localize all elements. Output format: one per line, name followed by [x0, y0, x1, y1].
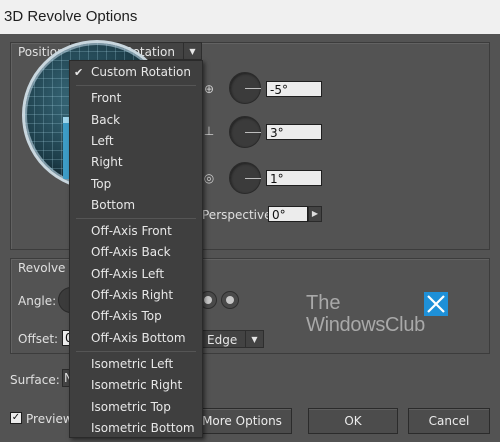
surface-label: Surface: — [10, 373, 60, 387]
menu-item[interactable]: Back — [70, 110, 202, 131]
menu-item[interactable]: Off-Axis Back — [70, 242, 202, 263]
menu-item-label: Off-Axis Front — [91, 224, 172, 239]
menu-item-label: Right — [91, 155, 123, 170]
offset-label: Offset: — [18, 332, 59, 346]
menu-item-label: Custom Rotation — [91, 65, 191, 79]
z-axis-icon: ◎ — [203, 171, 215, 185]
menu-item[interactable]: Isometric Bottom — [70, 418, 202, 439]
menu-item[interactable]: Off-Axis Front — [70, 221, 202, 242]
more-options-button[interactable]: More Options — [192, 408, 292, 434]
menu-item[interactable]: ✔ Custom Rotation — [70, 62, 202, 83]
menu-item-label: Off-Axis Left — [91, 266, 165, 281]
menu-item[interactable]: Off-Axis Right — [70, 285, 202, 306]
checkmark-icon: ✔ — [74, 66, 84, 79]
menu-item[interactable]: Left — [70, 131, 202, 152]
preview-checkbox[interactable]: ✓ — [10, 412, 22, 424]
offset-from-value: Edge — [207, 333, 238, 347]
menu-item[interactable]: Bottom — [70, 195, 202, 216]
menu-item-label: Back — [91, 112, 121, 127]
menu-item-label: Top — [91, 176, 112, 191]
ok-button[interactable]: OK — [308, 408, 398, 434]
menu-item[interactable]: Off-Axis Bottom — [70, 328, 202, 349]
preview-label: Preview — [26, 412, 73, 426]
menu-item[interactable]: Isometric Right — [70, 375, 202, 396]
menu-item[interactable]: Isometric Top — [70, 397, 202, 418]
perspective-slider-button[interactable]: ▶ — [308, 206, 322, 222]
y-rotation-knob[interactable] — [229, 116, 261, 148]
menu-item-label: Off-Axis Back — [91, 245, 171, 260]
windows-logo-icon — [424, 292, 448, 316]
z-rotation-field[interactable]: 1° — [266, 170, 322, 186]
menu-item[interactable]: Off-Axis Left — [70, 264, 202, 285]
watermark-line2: WindowsClub — [306, 314, 425, 336]
menu-item-label: Isometric Right — [91, 378, 183, 393]
chevron-down-icon: ▼ — [245, 331, 263, 347]
x-axis-icon: ⊕ — [203, 82, 215, 96]
offset-from-dropdown[interactable]: Edge ▼ — [202, 330, 264, 348]
menu-item-label: Off-Axis Bottom — [91, 330, 186, 345]
x-rotation-field[interactable]: -5° — [266, 81, 322, 97]
menu-item[interactable]: Isometric Left — [70, 354, 202, 375]
watermark: The WindowsClub — [306, 292, 456, 342]
menu-item[interactable]: Top — [70, 174, 202, 195]
watermark-line1: The — [306, 292, 341, 314]
menu-item-label: Front — [91, 91, 122, 106]
menu-item[interactable]: Front — [70, 88, 202, 109]
position-menu: ✔ Custom Rotation Front Back Left Right Top Bot… — [69, 60, 203, 438]
menu-item-label: Isometric Bottom — [91, 420, 195, 435]
menu-separator — [76, 85, 196, 87]
perspective-label: Perspective: — [202, 208, 276, 222]
menu-item-label: Isometric Top — [91, 399, 171, 414]
window-title: 3D Revolve Options — [0, 0, 500, 34]
revolve-group-label: Revolve — [18, 261, 66, 275]
cancel-button[interactable]: Cancel — [408, 408, 490, 434]
menu-item-label: Off-Axis Top — [91, 309, 162, 324]
menu-item-label: Bottom — [91, 197, 136, 212]
x-rotation-knob[interactable] — [229, 72, 261, 104]
menu-item-label: Isometric Left — [91, 356, 174, 371]
z-rotation-knob[interactable] — [229, 162, 261, 194]
menu-item-label: Off-Axis Right — [91, 288, 174, 302]
menu-item[interactable]: Off-Axis Top — [70, 306, 202, 327]
chevron-down-icon: ▼ — [183, 43, 201, 59]
angle-label: Angle: — [18, 294, 57, 308]
menu-separator — [76, 218, 196, 220]
y-rotation-field[interactable]: 3° — [266, 124, 322, 140]
perspective-field[interactable]: 0° — [268, 206, 308, 222]
cap-off-button[interactable] — [221, 291, 239, 309]
y-axis-icon: ⊥ — [203, 124, 215, 138]
menu-separator — [76, 350, 196, 352]
menu-item-label: Left — [91, 133, 114, 148]
menu-item[interactable]: Right — [70, 152, 202, 173]
